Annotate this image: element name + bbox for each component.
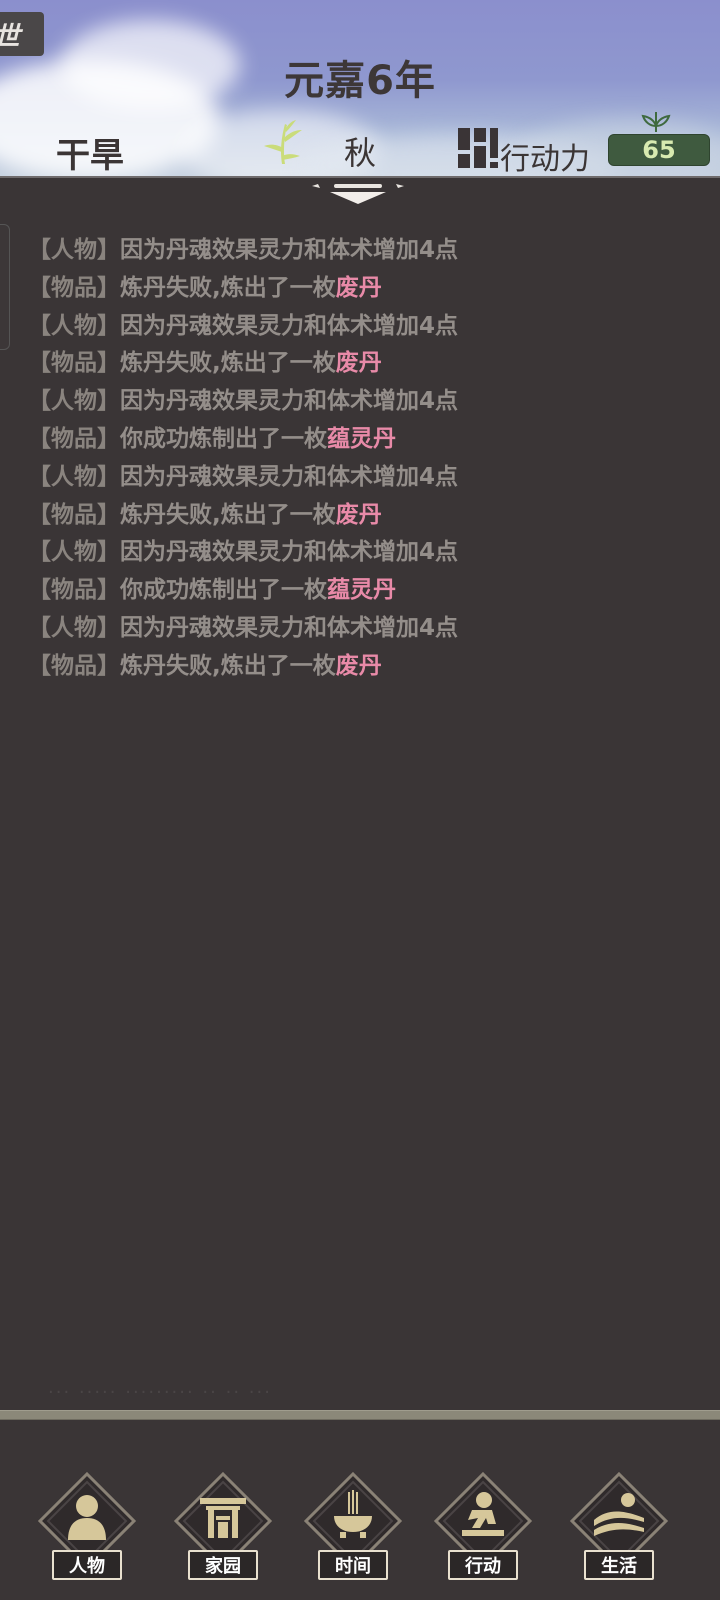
log-tag: 【人物】 — [28, 539, 120, 566]
collapse-arrow-icon[interactable] — [310, 184, 406, 210]
nav-button-action[interactable]: 行动 — [428, 1472, 538, 1582]
log-text: 因为丹魂效果灵力和体术增加4点 — [120, 614, 459, 641]
nav-button-life[interactable]: 生活 — [564, 1472, 674, 1582]
log-tag: 【物品】 — [28, 274, 120, 301]
action-points-label: 行动力 — [500, 142, 590, 177]
sprout-icon — [641, 112, 671, 133]
log-tag: 【人物】 — [28, 388, 120, 415]
log-text: 因为丹魂效果灵力和体术增加4点 — [120, 388, 459, 415]
nav-button-time[interactable]: 时间 — [298, 1472, 408, 1582]
game-screen: 世 元嘉6年 干旱 秋 行动力 — [0, 0, 720, 1600]
bottom-nav: 人物 家园 时间 行动 生活 — [0, 1420, 720, 1600]
log-tag: 【人物】 — [28, 312, 120, 339]
log-item-name: 废丹 — [335, 652, 382, 679]
log-text: 因为丹魂效果灵力和体术增加4点 — [120, 237, 459, 263]
bamboo-icon — [264, 120, 302, 164]
faded-log-line: ··· ····· ········· ·· ·· ··· — [48, 1382, 272, 1403]
nav-button-home[interactable]: 家园 — [168, 1472, 278, 1582]
incense-icon — [334, 1490, 372, 1538]
log-tag: 【人物】 — [28, 237, 120, 263]
log-tag: 【物品】 — [28, 350, 120, 377]
log-text: 因为丹魂效果灵力和体术增加4点 — [120, 312, 459, 339]
log-item-name: 蕴灵丹 — [327, 425, 396, 452]
log-text: 炼丹失败,炼出了一枚 — [120, 501, 336, 528]
year-title: 元嘉6年 — [284, 58, 436, 104]
log-tag: 【物品】 — [28, 577, 120, 604]
log-item-name: 废丹 — [335, 501, 382, 528]
nav-label: 家园 — [188, 1550, 258, 1580]
log-tag: 【物品】 — [28, 501, 120, 528]
log-text: 因为丹魂效果灵力和体术增加4点 — [120, 463, 459, 490]
nav-label: 时间 — [318, 1550, 388, 1580]
log-tag: 【人物】 — [28, 614, 120, 641]
log-tag: 【人物】 — [28, 463, 120, 490]
log-entry: 【人物】因为丹魂效果灵力和体术增加4点 — [28, 232, 688, 270]
log-entry: 【人物】因为丹魂效果灵力和体术增加4点 — [28, 459, 688, 497]
season-label: 秋 — [344, 134, 377, 172]
log-tag: 【物品】 — [28, 425, 120, 452]
person-icon — [68, 1495, 106, 1540]
action-icon — [462, 1492, 504, 1536]
section-divider — [0, 1410, 720, 1420]
log-text: 炼丹失败,炼出了一枚 — [120, 652, 336, 679]
log-entry: 【物品】炼丹失败,炼出了一枚废丹 — [28, 270, 688, 308]
log-item-name: 蕴灵丹 — [327, 577, 396, 604]
status-header: 世 元嘉6年 干旱 秋 行动力 — [0, 0, 720, 178]
event-log: 【人物】因为丹魂效果灵力和体术增加4点 【物品】炼丹失败,炼出了一枚废丹 【人物】因… — [28, 232, 688, 686]
log-entry: 【物品】你成功炼制出了一枚蕴灵丹 — [28, 572, 688, 610]
log-tag: 【物品】 — [28, 652, 120, 679]
weather-label: 干旱 — [56, 136, 124, 176]
log-text: 因为丹魂效果灵力和体术增加4点 — [120, 539, 459, 566]
log-entry: 【人物】因为丹魂效果灵力和体术增加4点 — [28, 534, 688, 572]
log-entry: 【物品】炼丹失败,炼出了一枚废丹 — [28, 648, 688, 686]
drawer-handle[interactable] — [0, 224, 10, 350]
nav-label: 生活 — [584, 1550, 654, 1580]
log-entry: 【人物】因为丹魂效果灵力和体术增加4点 — [28, 308, 688, 346]
log-item-name: 废丹 — [335, 274, 382, 301]
header-divider — [0, 176, 720, 178]
gate-icon — [200, 1498, 246, 1538]
nav-button-character[interactable]: 人物 — [32, 1472, 142, 1582]
log-entry: 【物品】你成功炼制出了一枚蕴灵丹 — [28, 421, 688, 459]
log-entry: 【物品】炼丹失败,炼出了一枚废丹 — [28, 345, 688, 383]
log-text: 你成功炼制出了一枚 — [120, 425, 327, 452]
log-item-name: 废丹 — [335, 350, 382, 377]
action-points-icon — [458, 128, 498, 168]
log-text: 你成功炼制出了一枚 — [120, 577, 327, 604]
action-points-value: 65 — [608, 134, 710, 166]
side-tab-glyph: 世 — [0, 16, 20, 53]
log-text: 炼丹失败,炼出了一枚 — [120, 274, 336, 301]
nav-label: 人物 — [52, 1550, 122, 1580]
log-entry: 【人物】因为丹魂效果灵力和体术增加4点 — [28, 610, 688, 648]
log-text: 炼丹失败,炼出了一枚 — [120, 350, 336, 377]
nav-label: 行动 — [448, 1550, 518, 1580]
log-entry: 【物品】炼丹失败,炼出了一枚废丹 — [28, 497, 688, 535]
log-entry: 【人物】因为丹魂效果灵力和体术增加4点 — [28, 383, 688, 421]
landscape-icon — [594, 1493, 644, 1536]
